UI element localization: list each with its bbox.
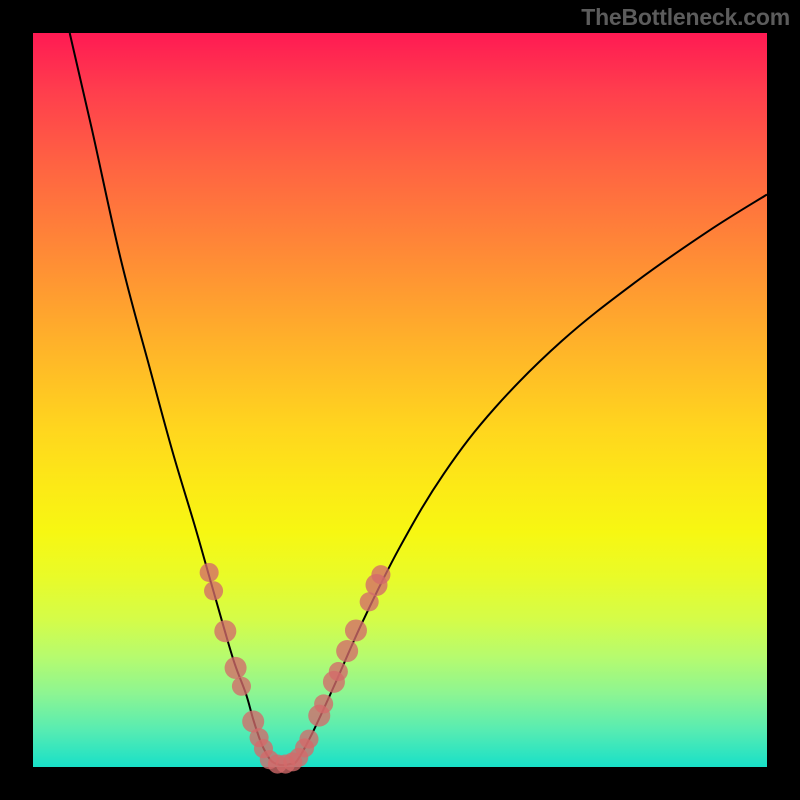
highlight-dot <box>232 677 251 696</box>
watermark-text: TheBottleneck.com <box>581 4 790 31</box>
bottleneck-curve-path <box>70 33 767 765</box>
highlight-dot <box>371 565 390 584</box>
highlight-dot <box>299 730 318 749</box>
highlight-dot <box>329 662 348 681</box>
highlight-dot <box>204 581 223 600</box>
bottleneck-curve <box>33 33 767 767</box>
highlight-dot <box>200 563 219 582</box>
chart-frame: TheBottleneck.com <box>0 0 800 800</box>
highlight-dot <box>314 694 333 713</box>
plot-area <box>33 33 767 767</box>
highlight-dot <box>225 657 247 679</box>
highlight-dot <box>336 640 358 662</box>
highlight-dot <box>345 619 367 641</box>
highlight-dot <box>214 620 236 642</box>
